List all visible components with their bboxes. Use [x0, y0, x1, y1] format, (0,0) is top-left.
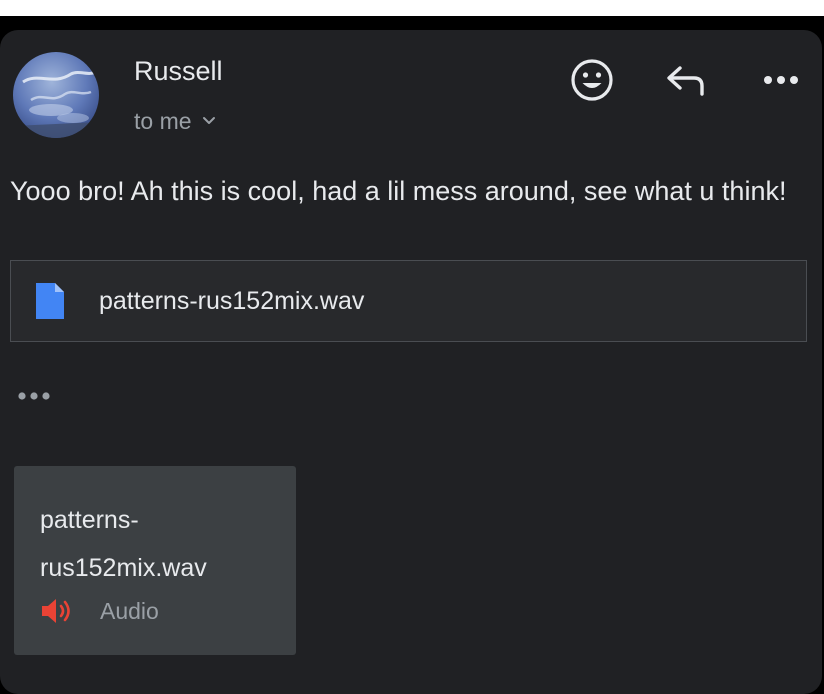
attachment-filename: patterns-rus152mix.wav — [99, 286, 365, 315]
audio-card-filename: patterns- rus152mix.wav — [40, 496, 280, 592]
top-white-strip — [0, 0, 824, 16]
more-options-icon — [764, 76, 798, 84]
reply-icon — [667, 66, 704, 96]
ellipsis-icon — [18, 392, 50, 400]
recipient-label: to me — [134, 107, 192, 134]
audio-card-filename-text: patterns- rus152mix.wav — [40, 506, 207, 582]
smiley-icon — [571, 59, 613, 101]
recipient-dropdown[interactable]: to me — [134, 106, 216, 136]
message-body-text: Yooo bro! Ah this is cool, had a lil mes… — [10, 176, 787, 206]
sender-avatar[interactable] — [13, 52, 99, 138]
avatar-sky-image — [13, 52, 99, 138]
show-trimmed-content-button[interactable] — [16, 386, 56, 406]
audio-type-row: Audio — [40, 594, 159, 628]
audio-attachment-card[interactable]: patterns- rus152mix.wav Audio — [14, 466, 296, 655]
audio-type-label: Audio — [100, 597, 159, 624]
document-icon — [36, 283, 64, 319]
chevron-down-icon — [202, 117, 215, 124]
reply-button[interactable] — [662, 58, 710, 102]
sender-name[interactable]: Russell — [134, 56, 223, 87]
speaker-icon — [42, 599, 70, 623]
more-options-button[interactable] — [755, 58, 807, 102]
attachment-link[interactable]: patterns-rus152mix.wav — [10, 260, 807, 342]
add-reaction-button[interactable] — [568, 56, 616, 104]
